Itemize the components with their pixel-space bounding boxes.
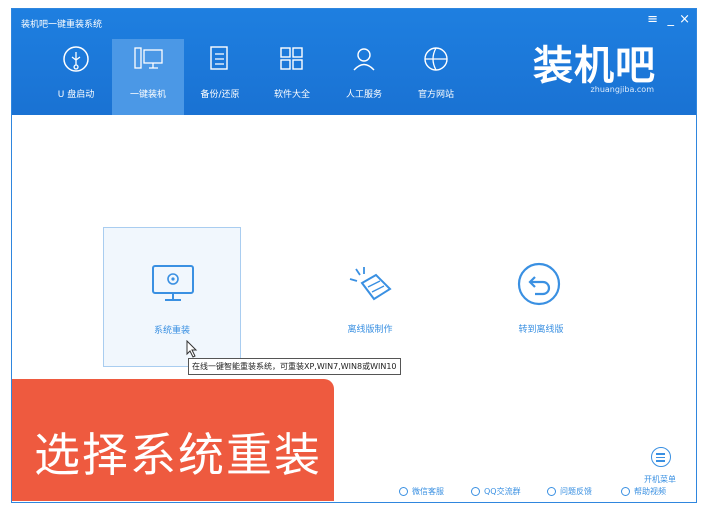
- footer-wechat[interactable]: 微信客服: [399, 486, 444, 497]
- tooltip: 在线一键智能重装系统，可重装XP,WIN7,WIN8或WIN10: [188, 358, 401, 375]
- nav-one-click-install[interactable]: 一键装机: [112, 39, 184, 115]
- nav-backup-restore[interactable]: 备份/还原: [184, 39, 256, 115]
- main-nav: U 盘启动 一键装机 备份/还原 软件大全 人工服务 官方网站: [40, 39, 472, 115]
- user-service-icon: [353, 48, 375, 71]
- nav-label: 软件大全: [273, 90, 310, 100]
- footer-feedback[interactable]: 问题反馈: [547, 486, 592, 497]
- usb-icon: [63, 46, 89, 72]
- nav-label: 人工服务: [345, 90, 382, 100]
- boot-menu-button[interactable]: [651, 447, 671, 467]
- offline-package-icon: [349, 267, 392, 301]
- close-button[interactable]: ×: [679, 12, 690, 27]
- nav-label: U 盘启动: [57, 90, 95, 100]
- monitor-gear-icon: [152, 265, 194, 301]
- cursor-icon: [186, 340, 198, 358]
- nav-usb-boot[interactable]: U 盘启动: [40, 39, 112, 115]
- globe-icon: [424, 47, 448, 71]
- footer-help[interactable]: 帮助视频: [621, 486, 666, 497]
- wechat-icon: [399, 487, 408, 496]
- feedback-icon: [547, 487, 556, 496]
- qq-icon: [471, 487, 480, 496]
- switch-back-icon: [517, 262, 561, 306]
- help-icon: [621, 487, 630, 496]
- computer-icon: [134, 47, 163, 69]
- nav-label: 一键装机: [129, 90, 166, 100]
- menu-icon[interactable]: ≡: [647, 12, 658, 27]
- nav-label: 备份/还原: [200, 90, 240, 100]
- footer-qq[interactable]: QQ交流群: [471, 486, 521, 497]
- card-system-reinstall[interactable]: 系统重装: [103, 227, 241, 367]
- apps-grid-icon: [280, 47, 303, 70]
- nav-label: 官方网站: [417, 90, 454, 100]
- card-switch-offline[interactable]: 转到离线版: [472, 227, 610, 367]
- brand-logo: 装机吧: [533, 43, 656, 89]
- nav-software[interactable]: 软件大全: [256, 39, 328, 115]
- caption-overlay: 选择系统重装: [12, 379, 334, 501]
- card-label: 转到离线版: [518, 325, 564, 335]
- card-offline-build[interactable]: 离线版制作: [301, 227, 439, 367]
- footer-label: 问题反馈: [560, 487, 592, 496]
- footer-label: 帮助视频: [634, 487, 666, 496]
- caption-text: 选择系统重装: [34, 428, 322, 482]
- footer-label: 微信客服: [412, 487, 444, 496]
- brand-url: zhuangjiba.com: [590, 85, 654, 94]
- window-title: 装机吧一键重装系统: [21, 20, 103, 30]
- nav-human-service[interactable]: 人工服务: [328, 39, 400, 115]
- minimize-button[interactable]: _: [668, 12, 675, 27]
- header-bar: 装机吧一键重装系统 ≡ _ × U 盘启动 一键装机 备份/还原 软件大全 人工…: [12, 9, 696, 115]
- backup-icon: [210, 46, 228, 70]
- card-label: 离线版制作: [347, 325, 393, 335]
- footer-label: QQ交流群: [484, 487, 521, 496]
- boot-menu-label: 开机菜单: [644, 475, 676, 484]
- card-label: 系统重装: [153, 326, 190, 336]
- nav-official-site[interactable]: 官方网站: [400, 39, 472, 115]
